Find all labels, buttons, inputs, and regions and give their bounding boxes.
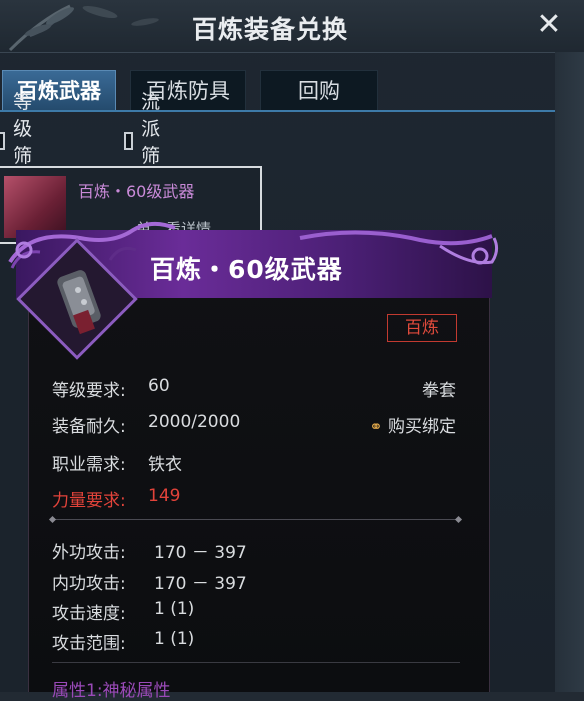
attack-range-value: 1 (1) [154, 629, 195, 649]
attack-speed-label: 攻击速度: [52, 604, 126, 624]
strength-label: 力量要求: [52, 491, 126, 511]
inner-attack-label: 内功攻击: [52, 574, 126, 594]
durability-label: 装备耐久: [52, 417, 126, 437]
strength-value: 149 [148, 486, 181, 506]
outer-attack-label: 外功攻击: [52, 543, 126, 563]
gauntlet-icon [57, 270, 101, 335]
chain-link-icon: ⚭ [369, 417, 383, 436]
attack-range-label: 攻击范围: [52, 634, 126, 654]
class-label: 职业需求: [52, 455, 126, 475]
level-label: 等级要求: [52, 381, 126, 401]
bind-text: 购买绑定 [388, 417, 456, 437]
attack-speed-value: 1 (1) [154, 599, 195, 619]
tooltip-title: 百炼・60级武器 [150, 255, 343, 284]
durability-value: 2000/2000 [148, 412, 241, 432]
weapon-type: 拳套 [422, 381, 456, 401]
inner-attack-value: 170 － 397 [154, 574, 247, 594]
section-divider-2 [52, 662, 460, 663]
bind-status: ⚭ 购买绑定 [340, 412, 456, 437]
section-divider [52, 519, 460, 520]
class-value: 铁衣 [148, 455, 182, 475]
quality-badge: 百炼 [387, 314, 457, 342]
attribute-line: 属性1:神秘属性 [52, 681, 171, 701]
level-value: 60 [148, 376, 170, 396]
outer-attack-value: 170 － 397 [154, 543, 247, 563]
